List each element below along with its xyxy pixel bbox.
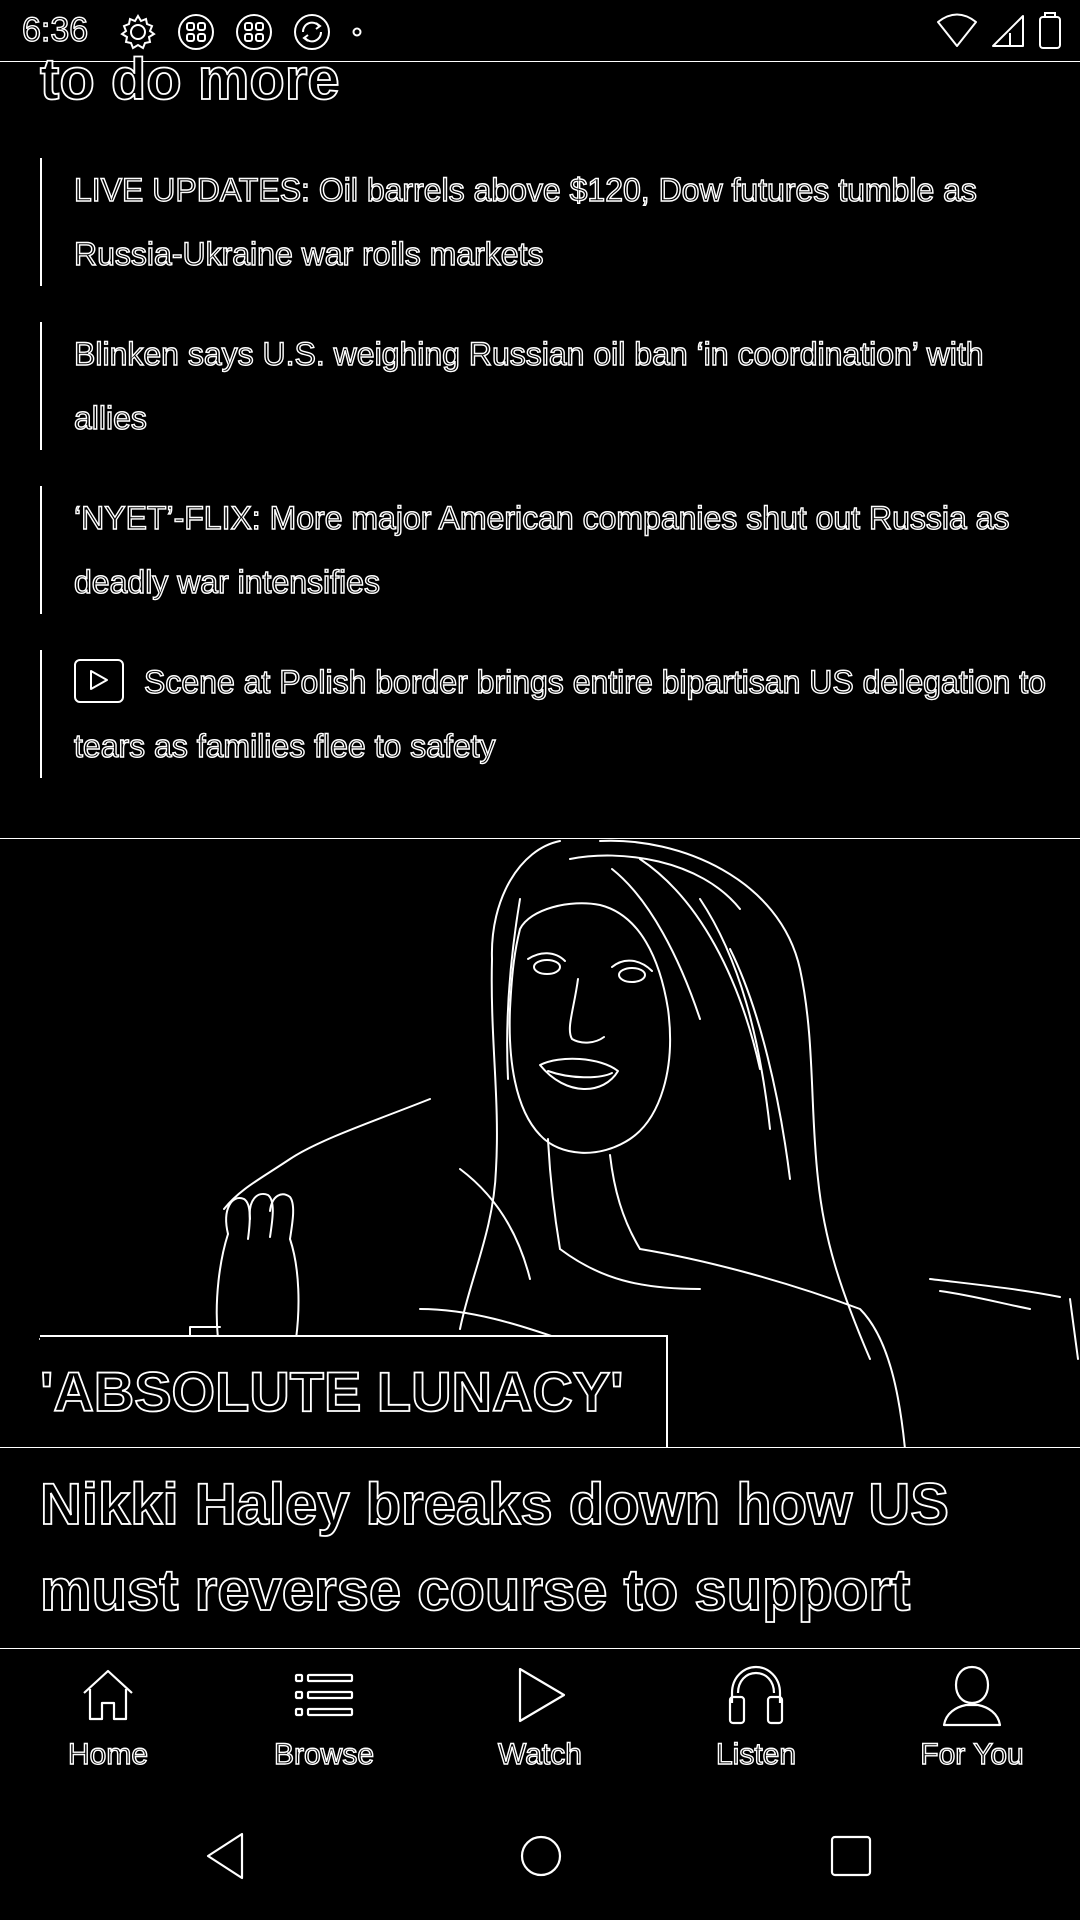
related-story-text: LIVE UPDATES: Oil barrels above $120, Do… [73,171,977,272]
play-icon [518,1667,566,1723]
home-icon [83,1669,133,1721]
signal-icon [990,13,1026,49]
related-story-link[interactable]: LIVE UPDATES: Oil barrels above $120, Do… [40,158,1050,286]
related-story-link[interactable]: ‘NYET’-FLIX: More major American compani… [40,486,1050,614]
bottom-navigation: Home Browse Watch Listen For You [0,1648,1080,1796]
nav-home-label: Home [67,1737,149,1771]
headphones-icon [728,1665,784,1725]
list-icon [294,1673,354,1717]
nav-for-you[interactable]: For You [864,1649,1080,1796]
hero-story-title[interactable]: Nikki Haley breaks down how US must reve… [40,1462,1040,1648]
nav-watch[interactable]: Watch [432,1649,648,1796]
battery-icon [1038,12,1062,50]
dot-icon [350,12,364,52]
system-status-icons [936,12,1062,50]
recents-icon[interactable] [828,1830,874,1887]
nav-listen-label: Listen [715,1737,797,1771]
related-story-text: Blinken says U.S. weighing Russian oil b… [73,335,984,436]
hero-story-tag: 'ABSOLUTE LUNACY' [39,1335,668,1447]
hero-story-image[interactable]: 'ABSOLUTE LUNACY' [0,838,1080,1448]
wifi-icon [936,13,978,49]
cut-off-headline[interactable]: to do more [39,42,340,118]
system-navigation-bar [0,1800,1080,1920]
related-story-link[interactable]: Scene at Polish border brings entire bip… [40,650,1050,778]
video-play-icon [74,658,124,703]
nav-browse-label: Browse [273,1737,375,1771]
related-story-text: Scene at Polish border brings entire bip… [73,663,1046,764]
nav-listen[interactable]: Listen [648,1649,864,1796]
related-stories: LIVE UPDATES: Oil barrels above $120, Do… [40,158,1050,814]
related-story-link[interactable]: Blinken says U.S. weighing Russian oil b… [40,322,1050,450]
related-story-text: ‘NYET’-FLIX: More major American compani… [73,499,1010,600]
back-icon[interactable] [202,1830,250,1887]
nav-for-you-label: For You [920,1737,1025,1771]
nav-browse[interactable]: Browse [216,1649,432,1796]
nav-watch-label: Watch [497,1737,582,1771]
home-circle-icon[interactable] [518,1830,564,1887]
person-icon [942,1665,1002,1727]
nav-home[interactable]: Home [0,1649,216,1796]
